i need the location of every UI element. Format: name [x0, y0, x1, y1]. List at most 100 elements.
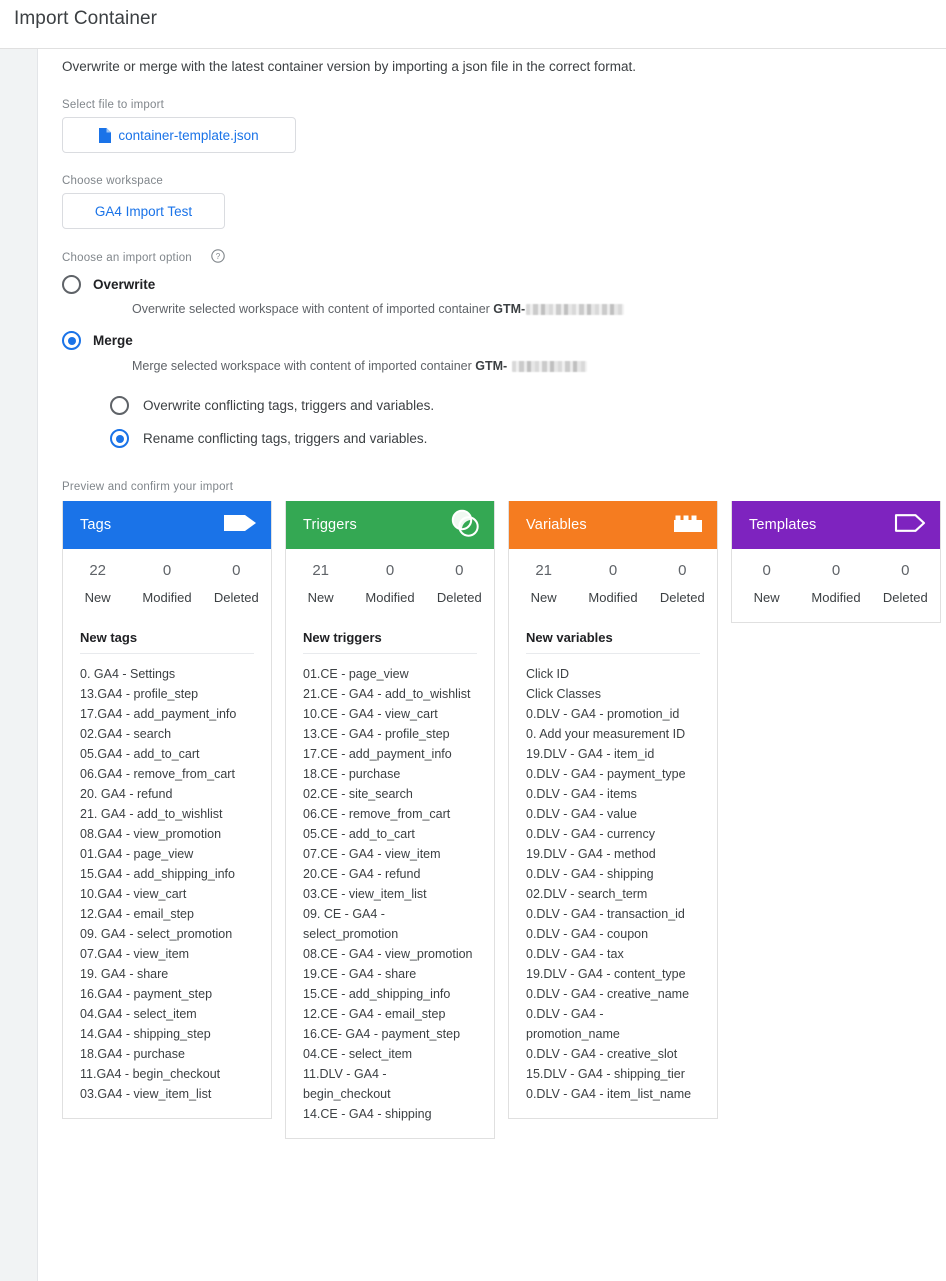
list-item: 04.GA4 - select_item — [80, 1007, 197, 1021]
list-item: 13.CE - GA4 - profile_step — [303, 727, 450, 741]
list-item: 0.DLV - GA4 - tax — [526, 947, 624, 961]
tag-filled-icon — [223, 512, 257, 539]
radio-overwrite-indicator[interactable] — [62, 275, 81, 294]
count-modified-variables-caption: Modified — [588, 590, 638, 605]
list-item: 14.GA4 - shipping_step — [80, 1027, 211, 1041]
radio-overwrite-label: Overwrite — [93, 277, 156, 292]
overwrite-gtm-prefix: GTM- — [493, 302, 526, 316]
card-title-triggers: Triggers — [303, 517, 357, 533]
count-deleted-variables: 0 Deleted — [648, 561, 717, 608]
list-item: 02.CE - site_search — [303, 787, 413, 801]
list-item: 06.CE - remove_from_cart — [303, 807, 451, 821]
radio-rename-conflicting-indicator[interactable] — [110, 429, 129, 448]
preview-card-templates: Templates 0 New 0 Modified 0 Deleted — [731, 501, 941, 623]
list-item: Click ID — [526, 667, 570, 681]
count-new-variables-caption: New — [530, 590, 557, 605]
count-new-triggers-caption: New — [307, 590, 334, 605]
document-icon — [99, 127, 112, 143]
preview-card-tags: Tags 22 New 0 Modified 0 Deleted New tag… — [62, 501, 272, 1119]
list-item: 12.GA4 - email_step — [80, 907, 194, 921]
list-item: 17.CE - add_payment_info — [303, 747, 452, 761]
page-title: Import Container — [14, 8, 158, 29]
card-counts-triggers: 21 New 0 Modified 0 Deleted — [286, 549, 494, 608]
overwrite-description-text: Overwrite selected workspace with conten… — [132, 302, 494, 316]
list-item: 16.GA4 - payment_step — [80, 987, 213, 1001]
count-modified-templates-value: 0 — [831, 562, 841, 579]
count-modified-tags: 0 Modified — [132, 561, 201, 608]
list-item: 0. Add your measurement ID — [526, 727, 686, 741]
count-new-templates: 0 New — [732, 561, 801, 608]
count-deleted-variables-caption: Deleted — [659, 590, 705, 605]
count-modified-templates-caption: Modified — [811, 590, 861, 605]
list-item: 08.GA4 - view_promotion — [80, 827, 222, 841]
merge-description-text: Merge selected workspace with content of… — [132, 359, 476, 373]
count-modified-triggers-value: 0 — [385, 562, 395, 579]
list-item: 10.CE - GA4 - view_cart — [303, 707, 438, 721]
list-item: 19.DLV - GA4 - method — [526, 847, 656, 861]
radio-option-rename-conflicting[interactable]: Rename conflicting tags, triggers and va… — [110, 429, 427, 448]
count-deleted-tags-value: 0 — [232, 562, 241, 579]
list-item: 0. GA4 - Settings — [80, 667, 176, 681]
radio-overwrite-conflicting-indicator[interactable] — [110, 396, 129, 415]
count-deleted-templates-value: 0 — [901, 562, 910, 579]
card-counts-templates: 0 New 0 Modified 0 Deleted — [732, 549, 940, 622]
card-section-title-triggers: New triggers — [303, 630, 477, 654]
count-new-variables-value: 21 — [535, 562, 552, 579]
list-item: 19.CE - GA4 - share — [303, 967, 417, 981]
workspace-field-label: Choose workspace — [62, 175, 164, 187]
list-item: 0.DLV - GA4 - currency — [526, 827, 655, 841]
card-title-tags: Tags — [80, 517, 112, 533]
list-item: 15.CE - add_shipping_info — [303, 987, 451, 1001]
count-modified-templates: 0 Modified — [801, 561, 870, 608]
card-item-list-variables: Click ID Click Classes 0.DLV - GA4 - promo… — [526, 664, 700, 1104]
count-new-tags: 22 New — [63, 561, 132, 608]
help-circle-icon[interactable]: ? — [211, 249, 225, 263]
list-item: 0.DLV - GA4 - items — [526, 787, 637, 801]
card-header-variables: Variables — [509, 501, 717, 549]
card-header-tags: Tags — [63, 501, 271, 549]
import-container-page: Import Container Overwrite or merge with… — [0, 0, 946, 1281]
card-item-list-triggers: 01.CE - page_view 21.CE - GA4 - add_to_wi… — [303, 664, 477, 1124]
radio-merge-indicator[interactable] — [62, 331, 81, 350]
card-section-title-tags: New tags — [80, 630, 254, 654]
page-body: Overwrite or merge with the latest conta… — [0, 49, 946, 1281]
count-modified-tags-value: 0 — [162, 562, 172, 579]
count-new-tags-value: 22 — [89, 562, 106, 579]
radio-option-merge[interactable]: Merge — [62, 331, 133, 350]
list-item: 19.DLV - GA4 - content_type — [526, 967, 686, 981]
list-item: 13.GA4 - profile_step — [80, 687, 199, 701]
count-deleted-triggers: 0 Deleted — [425, 561, 494, 608]
radio-option-overwrite[interactable]: Overwrite — [62, 275, 155, 294]
card-item-list-tags: 0. GA4 - Settings 13.GA4 - profile_step 17… — [80, 664, 254, 1104]
list-item: 05.CE - add_to_cart — [303, 827, 415, 841]
card-counts-variables: 21 New 0 Modified 0 Deleted — [509, 549, 717, 608]
list-item: 01.CE - page_view — [303, 667, 409, 681]
count-new-tags-caption: New — [84, 590, 111, 605]
card-header-triggers: Triggers — [286, 501, 494, 549]
selected-workspace-name: GA4 Import Test — [94, 203, 193, 219]
list-item: 19.DLV - GA4 - item_id — [526, 747, 655, 761]
list-item: 05.GA4 - add_to_cart — [80, 747, 200, 761]
count-deleted-triggers-value: 0 — [455, 562, 464, 579]
card-section-title-variables: New variables — [526, 630, 700, 654]
list-item: 12.CE - GA4 - email_step — [303, 1007, 446, 1021]
preview-label: Preview and confirm your import — [62, 481, 234, 493]
list-item: 0.DLV - GA4 - creative_slot — [526, 1047, 678, 1061]
selected-file-chip[interactable]: container-template.json — [62, 117, 296, 153]
count-deleted-templates: 0 Deleted — [871, 561, 940, 608]
preview-card-variables: Variables 21 New 0 Modified 0 Deleted Ne… — [508, 501, 718, 1119]
list-item: 0.DLV - GA4 - promotion_name — [526, 1007, 620, 1041]
count-deleted-triggers-caption: Deleted — [436, 590, 482, 605]
list-item: 07.GA4 - view_item — [80, 947, 190, 961]
import-option-label: Choose an import option — [62, 252, 192, 264]
list-item: 14.CE - GA4 - shipping — [303, 1107, 432, 1121]
radio-option-overwrite-conflicting[interactable]: Overwrite conflicting tags, triggers and… — [110, 396, 434, 415]
card-title-templates: Templates — [749, 517, 817, 533]
list-item: 0.DLV - GA4 - transaction_id — [526, 907, 685, 921]
selected-workspace-chip[interactable]: GA4 Import Test — [62, 193, 225, 229]
list-item: 0.DLV - GA4 - payment_type — [526, 767, 686, 781]
count-new-triggers-value: 21 — [312, 562, 329, 579]
list-item: 09. GA4 - select_promotion — [80, 927, 233, 941]
file-field-label: Select file to import — [62, 99, 164, 111]
radio-overwrite-conflicting-label: Overwrite conflicting tags, triggers and… — [143, 398, 435, 413]
